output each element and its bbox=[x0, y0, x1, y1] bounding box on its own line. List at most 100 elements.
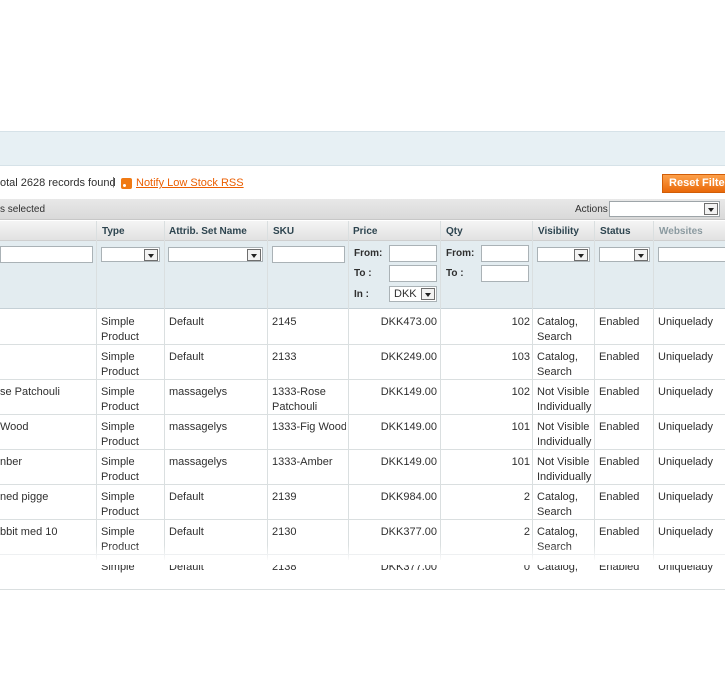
cell-sku: 2145 bbox=[272, 315, 346, 330]
cell-websites: Uniquelady bbox=[658, 456, 714, 468]
cell-price: DKK984.00 bbox=[380, 491, 437, 503]
cell-line: Catalog, bbox=[537, 491, 578, 503]
table-row[interactable]: se Patchouli Simple Product massagelys 1333-… bbox=[0, 380, 725, 415]
cell-visibility: Catalog, Search bbox=[537, 315, 593, 345]
cell-qty: 101 bbox=[511, 456, 530, 468]
column-header-type[interactable]: Type bbox=[102, 226, 125, 237]
qty-to-input[interactable] bbox=[481, 265, 529, 282]
attrib-set-filter-select[interactable] bbox=[168, 247, 263, 262]
cell-line: Product bbox=[101, 401, 139, 413]
cell-name: se Patchouli bbox=[0, 386, 60, 398]
cell-attrib-set: massagelys bbox=[169, 456, 228, 468]
table-row[interactable]: Simple Product Default 2133 DKK249.00 103 Cata… bbox=[0, 345, 725, 380]
price-from-input[interactable] bbox=[389, 245, 437, 262]
price-to-label: To : bbox=[354, 268, 372, 279]
actions-select[interactable] bbox=[609, 201, 720, 217]
column-header-price[interactable]: Price bbox=[353, 226, 377, 237]
cell-status: Enabled bbox=[599, 421, 640, 433]
column-header-attrib-set[interactable]: Attrib. Set Name bbox=[169, 226, 247, 237]
column-divider bbox=[440, 221, 441, 560]
cell-visibility: Not Visible Individually bbox=[537, 420, 593, 450]
qty-from-label: From: bbox=[446, 248, 475, 259]
websites-filter-select[interactable] bbox=[658, 247, 725, 262]
qty-from-input[interactable] bbox=[481, 245, 529, 262]
cell-sku: 1333-Rose Patchouli bbox=[272, 385, 346, 415]
sku-filter-input[interactable] bbox=[272, 246, 345, 263]
column-header-status[interactable]: Status bbox=[600, 226, 631, 237]
cell-sku: 2130 bbox=[272, 525, 346, 540]
column-divider bbox=[348, 221, 349, 560]
table-row[interactable]: nber Simple Product massagelys 1333-Amber DKK… bbox=[0, 450, 725, 485]
cell-line: Catalog, bbox=[537, 316, 578, 328]
cell-qty: 101 bbox=[511, 421, 530, 433]
cell-attrib-set: Default bbox=[169, 351, 204, 363]
cell-attrib-set: Default bbox=[169, 491, 204, 503]
status-filter-select[interactable] bbox=[599, 247, 650, 262]
cell-qty: 103 bbox=[511, 351, 530, 363]
cell-visibility: Not Visible Individually bbox=[537, 455, 593, 485]
cell-price: DKK149.00 bbox=[380, 421, 437, 433]
cell-line: 2130 bbox=[272, 526, 297, 538]
table-row[interactable]: Simple Product Default 2145 DKK473.00 102 Cata… bbox=[0, 310, 725, 345]
cell-line: Not Visible bbox=[537, 456, 590, 468]
cell-line: 2133 bbox=[272, 351, 297, 363]
table-row[interactable]: ned pigge Simple Product Default 2139 DKK984.… bbox=[0, 485, 725, 520]
cell-qty: 2 bbox=[523, 491, 530, 503]
cell-name: nber bbox=[0, 456, 23, 468]
cell-price: DKK149.00 bbox=[380, 456, 437, 468]
cell-type: Simple Product bbox=[101, 455, 161, 485]
cell-line: Simple bbox=[101, 456, 135, 468]
visibility-filter-select[interactable] bbox=[537, 247, 590, 262]
chevron-down-icon bbox=[247, 249, 261, 261]
table-row[interactable]: Wood Simple Product massagelys 1333-Fig Wood… bbox=[0, 415, 725, 450]
notify-low-stock-rss-link[interactable]: Notify Low Stock RSS bbox=[136, 177, 244, 189]
reset-filter-button[interactable]: Reset Filter bbox=[662, 174, 725, 193]
chevron-down-icon bbox=[144, 249, 158, 261]
cell-type: Simple Product bbox=[101, 350, 161, 380]
price-to-input[interactable] bbox=[389, 265, 437, 282]
type-filter-select[interactable] bbox=[101, 247, 160, 262]
cell-status: Enabled bbox=[599, 491, 640, 503]
cell-line: Product bbox=[101, 471, 139, 483]
cell-sku: 2133 bbox=[272, 350, 346, 365]
cell-line: 2145 bbox=[272, 316, 297, 328]
cell-line: 1333-Amber bbox=[272, 456, 333, 468]
rss-icon bbox=[121, 178, 132, 189]
column-header-qty[interactable]: Qty bbox=[446, 226, 463, 237]
cell-line: Search bbox=[537, 331, 572, 343]
cell-line: 1333-Rose bbox=[272, 386, 326, 398]
chevron-down-icon bbox=[574, 249, 588, 261]
column-divider bbox=[96, 221, 97, 560]
cell-name: bbit med 10 bbox=[0, 526, 58, 538]
cell-line: Not Visible bbox=[537, 421, 590, 433]
cell-status: Enabled bbox=[599, 351, 640, 363]
currency-value: DKK bbox=[394, 288, 417, 300]
cell-status: Enabled bbox=[599, 316, 640, 328]
cell-line: Simple bbox=[101, 386, 135, 398]
cell-qty: 102 bbox=[511, 386, 530, 398]
cell-type: Simple Product bbox=[101, 315, 161, 345]
name-filter-input[interactable] bbox=[0, 246, 93, 263]
currency-select[interactable]: DKK bbox=[389, 286, 437, 302]
column-header-visibility[interactable]: Visibility bbox=[538, 226, 579, 237]
cell-line: Patchouli bbox=[272, 401, 318, 413]
cell-sku: 1333-Fig Wood bbox=[272, 420, 346, 435]
cell-line: Product bbox=[101, 436, 139, 448]
column-header-sku[interactable]: SKU bbox=[273, 226, 294, 237]
cell-line: Search bbox=[537, 366, 572, 378]
column-divider bbox=[267, 221, 268, 560]
cell-line: Product bbox=[101, 506, 139, 518]
actions-label: Actions bbox=[575, 204, 608, 215]
chevron-down-icon bbox=[634, 249, 648, 261]
cell-line: Product bbox=[101, 366, 139, 378]
chevron-down-icon bbox=[704, 203, 718, 215]
cell-attrib-set: Default bbox=[169, 316, 204, 328]
cell-websites: Uniquelady bbox=[658, 316, 714, 328]
cell-line: Simple bbox=[101, 491, 135, 503]
cell-line: Catalog, bbox=[537, 351, 578, 363]
cell-line: Not Visible bbox=[537, 386, 590, 398]
grid-toolbar: otal 2628 records found | Notify Low Sto… bbox=[0, 170, 725, 196]
cell-line: Search bbox=[537, 506, 572, 518]
cell-sku: 2139 bbox=[272, 490, 346, 505]
column-header-websites[interactable]: Websites bbox=[659, 226, 703, 237]
